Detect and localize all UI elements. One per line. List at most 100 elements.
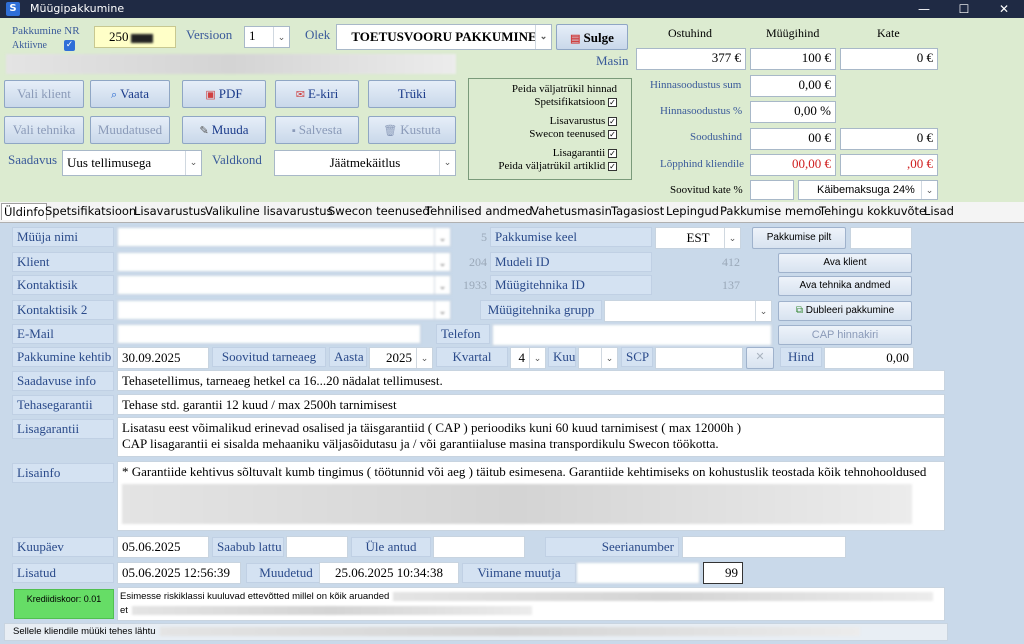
ava-klient-button[interactable]: Ava klient (778, 253, 912, 273)
tab-spetsifikatsioon[interactable]: Spetsifikatsioon (45, 204, 136, 218)
viimane-muutja-nr[interactable]: 99 (703, 562, 743, 584)
trash-icon: 🗑 (383, 125, 398, 137)
sulge-button[interactable]: ▤ Sulge (556, 24, 628, 50)
kuupaev-field[interactable]: 05.06.2025 (117, 536, 209, 558)
swecon-teenused-checkbox[interactable]: ✓ (608, 129, 617, 139)
minimize-button[interactable]: — (904, 0, 944, 18)
chevron-down-icon: ⌄ (273, 27, 289, 47)
myygitehnika-id-label: Müügitehnika ID (490, 275, 652, 295)
vaata-button[interactable]: ⌕ Vaata (90, 80, 170, 108)
pakkumise-keel-select[interactable]: EST ⌄ (655, 227, 741, 249)
tehasegarantii-field[interactable]: Tehase std. garantii 12 kuud / max 2500h… (117, 394, 945, 415)
soovitud-tarneaeg-label: Soovitud tarneaeg (212, 347, 326, 367)
saadavuse-info-field[interactable]: Tehasetellimus, tarneaeg hetkel ca 16...… (117, 370, 945, 391)
kontaktisik2-select[interactable]: ⌄ (117, 300, 451, 320)
muudetud-field[interactable]: 25.06.2025 10:34:38 (319, 562, 459, 584)
tab-swecon-teenused[interactable]: Swecon teenused (328, 204, 430, 218)
olek-value: TOETUSVOORU PAKKUMINE (351, 29, 537, 44)
muudatused-button[interactable]: Muudatused (90, 116, 170, 144)
viimane-muutja-field[interactable] (576, 562, 700, 584)
kontaktisik-select[interactable]: ⌄ (117, 275, 451, 295)
kontaktisik-id: 1933 (463, 278, 487, 292)
soovitud-kate-field[interactable] (750, 180, 794, 200)
pdf-button[interactable]: ▣ PDF (182, 80, 266, 108)
soodushind-kate-field[interactable]: 0 € (840, 128, 938, 150)
tab-lisavarustus[interactable]: Lisavarustus (134, 204, 206, 218)
masin-myygihind-field[interactable]: 100 € (750, 48, 836, 70)
muuda-button[interactable]: ✎ Muuda (182, 116, 266, 144)
kustuta-button[interactable]: 🗑 Kustuta (368, 116, 456, 144)
soodushind-field[interactable]: 00 € (750, 128, 836, 150)
email-field[interactable] (117, 324, 421, 344)
myyja-nimi-select[interactable]: ⌄ (117, 227, 451, 247)
pakkumine-nr-field[interactable]: 250 (94, 26, 176, 48)
e-kiri-button[interactable]: ✉ E-kiri (275, 80, 359, 108)
clear-icon[interactable]: ✕ (746, 347, 774, 369)
print-options-group: Peida väljatrükil hinnad Spetsifikatsioo… (468, 78, 632, 180)
myygitehnika-grupp-label: Müügitehnika grupp (480, 300, 602, 320)
lisagarantii-checkbox[interactable]: ✓ (608, 148, 617, 158)
kvartal-select[interactable]: 4 ⌄ (510, 347, 546, 369)
hind-field[interactable]: 0,00 (824, 347, 914, 369)
pakkumine-kehtib-label: Pakkumine kehtib (12, 347, 114, 367)
tab-tagasiost[interactable]: Tagasiost (611, 204, 664, 218)
myygitehnika-grupp-select[interactable]: ⌄ (604, 300, 772, 322)
chevron-down-icon: ⌄ (434, 228, 450, 246)
lisainfo-field[interactable]: * Garantiide kehtivus sõltuvalt kumb tin… (117, 461, 945, 531)
tab-yldinfo[interactable]: Üldinfo (1, 203, 48, 220)
close-button[interactable]: ✕ (984, 0, 1024, 18)
telefon-field[interactable] (492, 324, 772, 346)
cap-hinnakiri-button[interactable]: CAP hinnakiri (778, 325, 912, 345)
klient-select[interactable]: ⌄ (117, 252, 451, 272)
chevron-down-icon: ⌄ (185, 151, 201, 175)
aasta-select[interactable]: 2025 ⌄ (369, 347, 433, 369)
lisagarantii-field[interactable]: Lisatasu eest võimalikud erinevad osalis… (117, 417, 945, 457)
seerianumber-field[interactable] (682, 536, 846, 558)
pakkumise-pilt-field[interactable] (850, 227, 912, 249)
pakkumise-pilt-button[interactable]: Pakkumise pilt (752, 227, 846, 249)
chevron-down-icon: ⌄ (416, 348, 432, 368)
ava-tehnika-button[interactable]: Ava tehnika andmed (778, 276, 912, 296)
tryki-button[interactable]: Trüki (368, 80, 456, 108)
lopphind-kate-field[interactable]: ,00 € (840, 154, 938, 176)
maximize-button[interactable]: ☐ (944, 0, 984, 18)
klient-id: 204 (469, 255, 487, 269)
scp-field[interactable] (655, 347, 743, 369)
myygi-text: Sellele kliendile müüki tehes lähtu (13, 626, 156, 637)
kaibemaks-select[interactable]: Käibemaksuga 24% ⌄ (798, 180, 938, 200)
dubleeri-button[interactable]: ⧉ Dubleeri pakkumine (778, 301, 912, 321)
vali-tehnika-button[interactable]: Vali tehnika (4, 116, 84, 144)
salvesta-button[interactable]: ▪ Salvesta (275, 116, 359, 144)
lisatud-field[interactable]: 05.06.2025 12:56:39 (117, 562, 241, 584)
peida-artiklid-checkbox[interactable]: ✓ (608, 161, 617, 171)
form-panel: Müüja nimi ⌄ 5 Pakkumise keel EST ⌄ Pakku… (0, 223, 1024, 644)
tab-valikuline-lisavarustus[interactable]: Valikuline lisavarustus (205, 204, 333, 218)
hinnasoodustus-pct-field[interactable]: 0,00 % (750, 101, 836, 123)
duplicate-icon: ⧉ (795, 305, 806, 316)
saadavus-value: Uus tellimusega (67, 155, 152, 170)
olek-select[interactable]: TOETUSVOORU PAKKUMINE ⌄ (336, 24, 552, 50)
masin-kate-field[interactable]: 0 € (840, 48, 938, 70)
kuupaev-label: Kuupäev (12, 537, 114, 557)
masin-ostuhind-field[interactable]: 377 € (636, 48, 746, 70)
lisavarustus-checkbox[interactable]: ✓ (608, 116, 617, 126)
versioon-select[interactable]: 1 ⌄ (244, 26, 290, 48)
tab-tehingu-kokkuvote[interactable]: Tehingu kokkuvõte (819, 204, 926, 218)
tab-vahetusmasin[interactable]: Vahetusmasin (531, 204, 612, 218)
pakkumine-kehtib-field[interactable]: 30.09.2025 (117, 347, 209, 369)
title-bar: S Müügipakkumine — ☐ ✕ (0, 0, 1024, 18)
kuu-select[interactable]: ⌄ (578, 347, 618, 369)
saabub-lattu-field[interactable] (286, 536, 348, 558)
lopphind-field[interactable]: 00,00 € (750, 154, 836, 176)
saadavus-select[interactable]: Uus tellimusega ⌄ (62, 150, 202, 176)
tab-pakkumise-memo[interactable]: Pakkumise memo (720, 204, 821, 218)
yle-antud-field[interactable] (433, 536, 525, 558)
vali-klient-button[interactable]: Vali klient (4, 80, 84, 108)
tab-lisad[interactable]: Lisad (924, 204, 954, 218)
valdkond-select[interactable]: Jäätmekäitlus ⌄ (274, 150, 456, 176)
spetsifikatsioon-checkbox[interactable]: ✓ (608, 97, 617, 107)
hinnasoodustus-sum-field[interactable]: 0,00 € (750, 75, 836, 97)
aktiivne-checkbox[interactable]: ✓ (64, 40, 75, 51)
tab-lepingud[interactable]: Lepingud (666, 204, 719, 218)
tab-tehnilised-andmed[interactable]: Tehnilised andmed (425, 204, 533, 218)
